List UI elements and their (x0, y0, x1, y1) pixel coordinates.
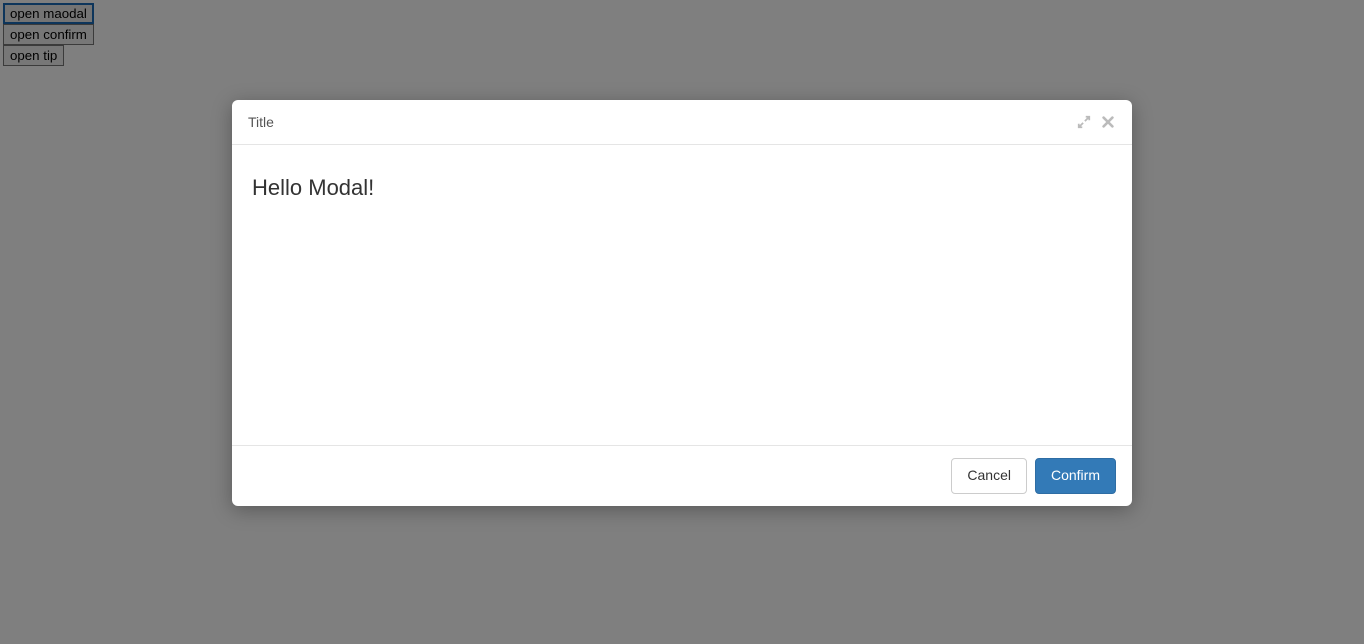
modal-footer: Cancel Confirm (232, 445, 1132, 506)
close-icon[interactable] (1100, 114, 1116, 130)
modal-body: Hello Modal! (232, 145, 1132, 445)
modal-body-text: Hello Modal! (252, 175, 374, 200)
modal-dialog: Title Hello Modal! Cancel Confirm (232, 100, 1132, 506)
cancel-button[interactable]: Cancel (951, 458, 1027, 494)
expand-icon[interactable] (1076, 114, 1092, 130)
confirm-button[interactable]: Confirm (1035, 458, 1116, 494)
modal-header-actions (1076, 114, 1116, 130)
modal-header: Title (232, 100, 1132, 145)
modal-title: Title (248, 114, 274, 130)
